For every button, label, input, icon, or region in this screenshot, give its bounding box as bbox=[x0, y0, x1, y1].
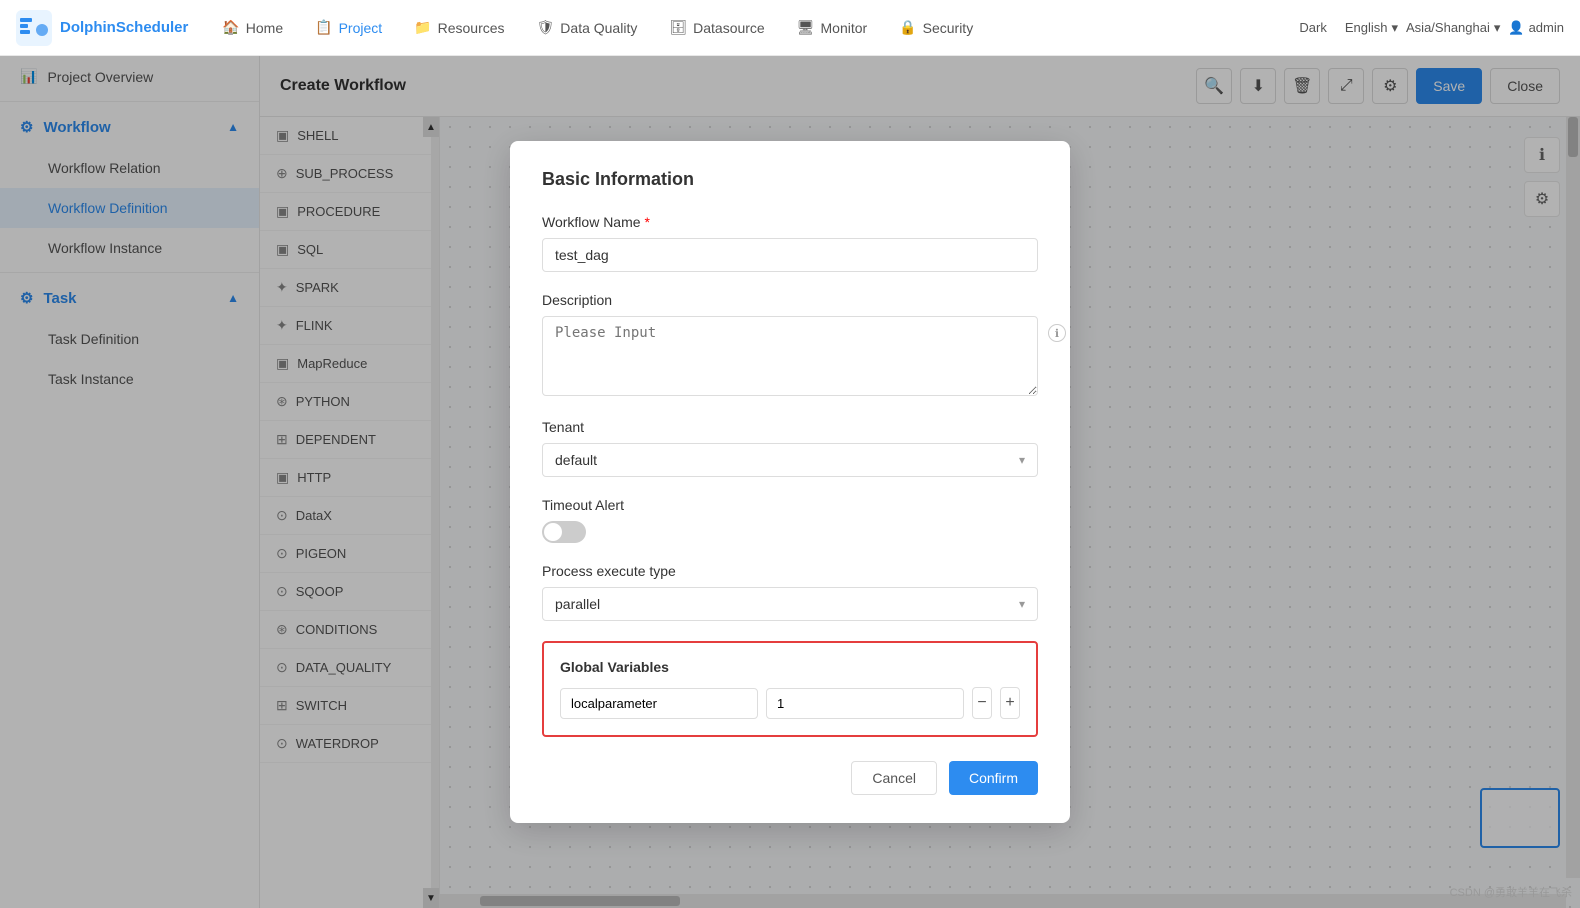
workflow-name-group: Workflow Name * bbox=[542, 214, 1038, 272]
home-icon: 🏠 bbox=[222, 19, 239, 36]
modal-footer: Cancel Confirm bbox=[542, 761, 1038, 795]
top-navigation: DolphinScheduler 🏠 Home 📋 Project 📁 Reso… bbox=[0, 0, 1580, 56]
timezone-btn[interactable]: Asia/Shanghai ▾ bbox=[1406, 20, 1500, 36]
tenant-select-arrow: ▾ bbox=[1019, 453, 1025, 467]
security-icon: 🔒 bbox=[899, 19, 916, 36]
nav-datasource[interactable]: 🗄 Datasource bbox=[655, 13, 778, 42]
required-star: * bbox=[645, 214, 650, 230]
nav-project[interactable]: 📋 Project bbox=[301, 13, 396, 42]
tenant-select[interactable]: default ▾ bbox=[542, 443, 1038, 477]
monitor-icon: 🖥 bbox=[797, 19, 815, 36]
process-execute-group: Process execute type parallel ▾ bbox=[542, 563, 1038, 621]
tenant-group: Tenant default ▾ bbox=[542, 419, 1038, 477]
nav-resources[interactable]: 📁 Resources bbox=[400, 13, 518, 42]
data-quality-icon: 🛡 bbox=[537, 19, 555, 36]
datasource-icon: 🗄 bbox=[669, 19, 687, 36]
var-value-input[interactable] bbox=[766, 688, 964, 719]
user-menu-btn[interactable]: 👤 admin bbox=[1508, 20, 1564, 36]
logo-icon bbox=[16, 10, 52, 46]
resources-icon: 📁 bbox=[414, 19, 431, 36]
basic-info-modal: Basic Information Workflow Name * Descri… bbox=[510, 141, 1070, 823]
description-textarea[interactable] bbox=[542, 316, 1038, 396]
global-vars-title: Global Variables bbox=[560, 659, 1020, 675]
process-execute-label: Process execute type bbox=[542, 563, 1038, 579]
timeout-alert-group: Timeout Alert bbox=[542, 497, 1038, 543]
description-field-wrapper: ℹ bbox=[542, 316, 1038, 399]
modal-overlay: Basic Information Workflow Name * Descri… bbox=[0, 56, 1580, 908]
user-avatar-icon: 👤 bbox=[1508, 20, 1524, 36]
watermark: CSDN @勇敢羊羊在飞杀 bbox=[1450, 884, 1572, 900]
timeout-alert-toggle[interactable] bbox=[542, 521, 586, 543]
language-btn[interactable]: English ▾ bbox=[1345, 20, 1398, 36]
dark-mode-btn[interactable]: Dark bbox=[1289, 16, 1336, 39]
logo-text: DolphinScheduler bbox=[60, 19, 188, 36]
toggle-thumb bbox=[544, 523, 562, 541]
description-info-icon[interactable]: ℹ bbox=[1048, 324, 1066, 342]
description-group: Description ℹ bbox=[542, 292, 1038, 399]
workflow-name-label: Workflow Name * bbox=[542, 214, 1038, 230]
global-vars-row: − + bbox=[560, 687, 1020, 719]
modal-title: Basic Information bbox=[542, 169, 1038, 190]
var-plus-btn[interactable]: + bbox=[1000, 687, 1020, 719]
nav-security[interactable]: 🔒 Security bbox=[885, 13, 987, 42]
nav-home[interactable]: 🏠 Home bbox=[208, 13, 297, 42]
var-name-input[interactable] bbox=[560, 688, 758, 719]
nav-data-quality[interactable]: 🛡 Data Quality bbox=[523, 13, 652, 42]
process-execute-arrow: ▾ bbox=[1019, 597, 1025, 611]
project-icon: 📋 bbox=[315, 19, 332, 36]
description-label: Description bbox=[542, 292, 1038, 308]
lang-arrow-icon: ▾ bbox=[1391, 20, 1398, 36]
logo: DolphinScheduler bbox=[16, 10, 188, 46]
nav-monitor[interactable]: 🖥 Monitor bbox=[783, 13, 881, 42]
tenant-label: Tenant bbox=[542, 419, 1038, 435]
confirm-button[interactable]: Confirm bbox=[949, 761, 1038, 795]
cancel-button[interactable]: Cancel bbox=[851, 761, 937, 795]
workflow-name-input[interactable] bbox=[542, 238, 1038, 272]
process-execute-select[interactable]: parallel ▾ bbox=[542, 587, 1038, 621]
timezone-arrow-icon: ▾ bbox=[1494, 20, 1501, 36]
global-variables-section: Global Variables − + bbox=[542, 641, 1038, 737]
nav-right: Dark English ▾ Asia/Shanghai ▾ 👤 admin bbox=[1289, 16, 1564, 39]
var-minus-btn[interactable]: − bbox=[972, 687, 992, 719]
timeout-alert-label: Timeout Alert bbox=[542, 497, 1038, 513]
